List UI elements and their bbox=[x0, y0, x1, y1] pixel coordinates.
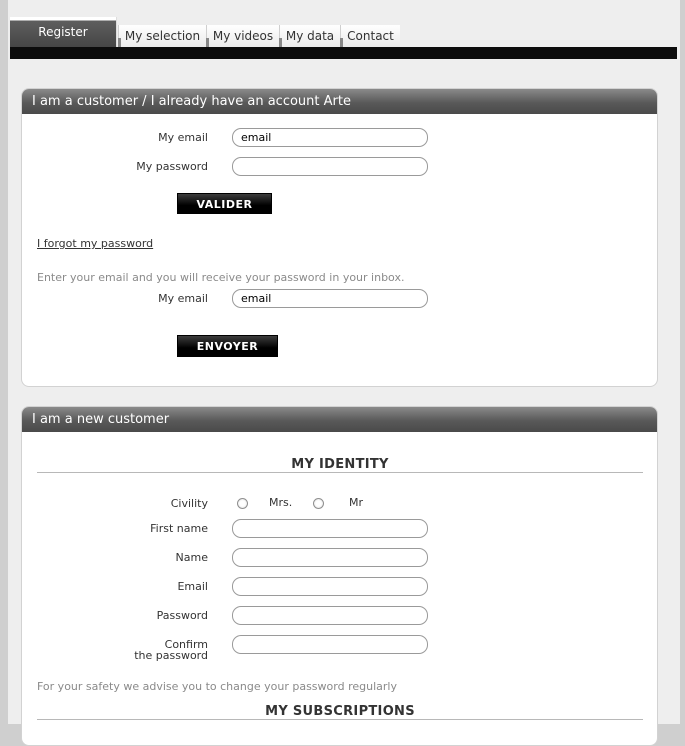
tab-my-videos-label: My videos bbox=[212, 29, 274, 43]
tab-contact[interactable]: Contact bbox=[340, 25, 400, 47]
login-email-label: My email bbox=[158, 131, 208, 144]
email-input[interactable] bbox=[232, 577, 428, 596]
identity-section-title: MY IDENTITY bbox=[291, 457, 389, 472]
civility-mr-label: Mr bbox=[349, 496, 364, 509]
send-button[interactable]: ENVOYER bbox=[177, 335, 278, 357]
tab-my-data-label: My data bbox=[285, 29, 335, 43]
civility-mr-radio[interactable] bbox=[313, 498, 324, 509]
forgot-email-input[interactable] bbox=[232, 289, 428, 308]
tab-my-videos[interactable]: My videos bbox=[206, 25, 279, 47]
first-name-label: First name bbox=[150, 522, 208, 535]
tab-my-selection-label: My selection bbox=[124, 29, 201, 43]
validate-button[interactable]: VALIDER bbox=[177, 193, 272, 214]
tab-bar-underline bbox=[10, 47, 677, 59]
login-password-label: My password bbox=[136, 160, 208, 173]
existing-customer-heading: I am a customer / I already have an acco… bbox=[22, 89, 657, 114]
existing-customer-panel: I am a customer / I already have an acco… bbox=[21, 88, 658, 387]
password-input[interactable] bbox=[232, 606, 428, 625]
new-customer-heading: I am a new customer bbox=[22, 407, 657, 432]
confirm-password-input[interactable] bbox=[232, 635, 428, 654]
first-name-input[interactable] bbox=[232, 519, 428, 538]
identity-divider bbox=[37, 472, 643, 473]
civility-mrs-radio[interactable] bbox=[237, 498, 248, 509]
tab-my-selection[interactable]: My selection bbox=[118, 25, 206, 47]
name-input[interactable] bbox=[232, 548, 428, 567]
confirm-password-label-2: the password bbox=[134, 649, 208, 662]
login-password-input[interactable] bbox=[232, 157, 428, 176]
tab-register-label: Register bbox=[38, 25, 88, 39]
password-label: Password bbox=[156, 609, 208, 622]
new-customer-panel: I am a new customer MY IDENTITY Civility… bbox=[21, 406, 658, 746]
tab-contact-label: Contact bbox=[347, 29, 394, 43]
forgot-password-link[interactable]: I forgot my password bbox=[37, 237, 153, 250]
email-label: Email bbox=[177, 580, 208, 593]
civility-mrs-label: Mrs. bbox=[269, 496, 293, 509]
forgot-password-hint: Enter your email and you will receive yo… bbox=[37, 271, 405, 284]
civility-label: Civility bbox=[170, 497, 208, 510]
name-label: Name bbox=[175, 551, 208, 564]
subscriptions-section-title: MY SUBSCRIPTIONS bbox=[265, 704, 415, 719]
forgot-email-label: My email bbox=[158, 292, 208, 305]
safety-hint: For your safety we advise you to change … bbox=[37, 680, 397, 693]
tab-my-data[interactable]: My data bbox=[279, 25, 340, 47]
subscriptions-divider bbox=[37, 719, 643, 720]
login-email-input[interactable] bbox=[232, 128, 428, 147]
